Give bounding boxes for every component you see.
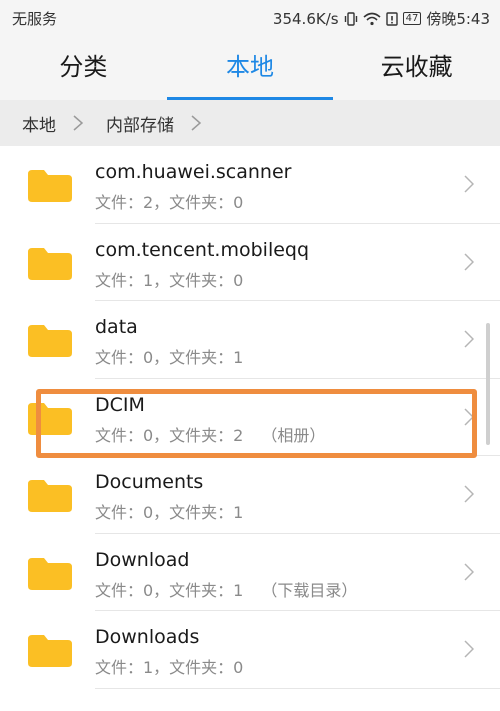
list-item[interactable]: Downloads 文件：1，文件夹：0 [0, 611, 500, 689]
folder-name: com.huawei.scanner [95, 161, 292, 183]
list-item[interactable]: data 文件：0，文件夹：1 [0, 301, 500, 379]
folder-meta: 文件：0，文件夹：1 [95, 348, 244, 367]
scrollbar[interactable] [486, 323, 490, 445]
clock: 傍晚5:43 [426, 10, 490, 28]
folder-name: Download [95, 548, 190, 571]
list-item[interactable]: Download 文件：0，文件夹：1 （下载目录） [0, 534, 500, 611]
folder-icon [28, 557, 72, 590]
battery-level: 47 [402, 12, 422, 25]
network-speed: 354.6K/s [272, 9, 339, 28]
chevron-right-icon [464, 562, 474, 581]
folder-icon [28, 635, 72, 667]
chevron-right-icon [73, 115, 84, 131]
breadcrumb-local[interactable]: 本地 [0, 111, 56, 136]
wifi-icon [363, 12, 381, 25]
folder-name: com.tencent.mobileqq [95, 238, 310, 261]
folder-name: Documents [95, 471, 204, 493]
list-item[interactable]: com.tencent.mobileqq 文件：1，文件夹：0 [0, 224, 500, 301]
tab-bar: 分类 本地 云收藏 [0, 34, 500, 100]
folder-icon [28, 247, 72, 280]
list-item[interactable]: com.huawei.scanner 文件：2，文件夹：0 [0, 146, 500, 224]
list-item[interactable]: Documents 文件：0，文件夹：1 [0, 456, 500, 534]
chevron-right-icon [191, 115, 202, 131]
folder-meta: 文件：0，文件夹：1 （下载目录） [95, 580, 358, 600]
folder-name: Downloads [95, 626, 200, 648]
status-bar: 无服务 354.6K/s 47 傍晚5:43 [0, 0, 500, 34]
chevron-right-icon [464, 640, 474, 658]
breadcrumb-internal-storage[interactable]: 内部存储 [84, 111, 174, 136]
divider [95, 687, 500, 689]
chevron-right-icon [464, 330, 474, 348]
status-indicators: 354.6K/s 47 傍晚5:43 [273, 8, 490, 29]
tab-category[interactable]: 分类 [0, 34, 167, 100]
chevron-right-icon [464, 252, 474, 271]
sim-alert-icon [385, 11, 398, 26]
tab-local-label: 本地 [226, 53, 274, 81]
folder-icon [28, 480, 72, 512]
chevron-right-icon [464, 175, 474, 193]
tab-cloud-favorites-label: 云收藏 [380, 53, 453, 81]
breadcrumb: 本地 内部存储 [0, 100, 500, 146]
folder-meta: 文件：0，文件夹：1 [95, 503, 244, 522]
folder-meta: 文件：1，文件夹：0 [95, 270, 244, 290]
tab-cloud-favorites[interactable]: 云收藏 [333, 34, 500, 100]
folder-meta: 文件：2，文件夹：0 [95, 193, 244, 212]
folder-name: data [95, 316, 138, 338]
vibrate-icon [344, 11, 357, 26]
tab-local[interactable]: 本地 [166, 34, 334, 100]
chevron-right-icon [464, 485, 474, 503]
folder-meta: 文件：1，文件夹：0 [95, 658, 244, 677]
carrier-label: 无服务 [12, 10, 58, 28]
dcim-highlight-box [36, 389, 477, 458]
folder-icon [28, 325, 72, 357]
folder-icon [28, 170, 72, 202]
tab-category-label: 分类 [59, 53, 108, 81]
